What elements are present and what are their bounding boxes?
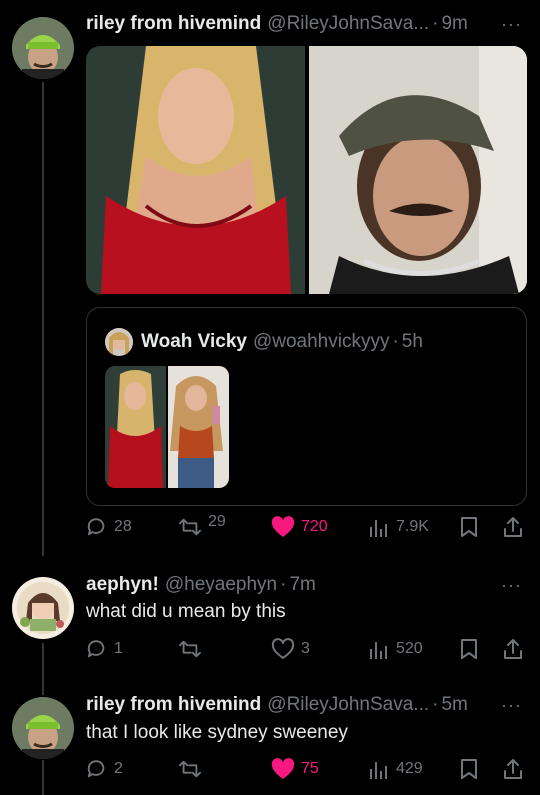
bookmark-button[interactable] — [460, 758, 478, 780]
bookmark-icon — [461, 639, 477, 659]
avatar[interactable] — [12, 17, 74, 79]
reply-icon — [87, 760, 105, 778]
like-button[interactable]: 720 — [271, 516, 328, 538]
timestamp[interactable]: 9m — [441, 13, 467, 35]
like-count: 75 — [301, 760, 319, 777]
tweet-text: that I look like sydney sweeney — [86, 722, 348, 743]
share-button[interactable] — [502, 516, 524, 538]
share-icon — [504, 517, 522, 537]
like-button[interactable]: 3 — [271, 638, 310, 660]
action-bar: 2 75 429 — [86, 758, 526, 784]
bookmark-icon — [461, 759, 477, 779]
dot-separator: · — [392, 331, 399, 352]
quote-header: Woah Vicky @woahhvickyyy · 5h — [105, 328, 423, 356]
more-icon[interactable]: ··· — [501, 14, 522, 35]
thread-line-3 — [42, 760, 44, 795]
user-handle[interactable]: @RileyJohnSava... — [267, 694, 429, 716]
user-handle[interactable]: @heyaephyn — [165, 574, 277, 596]
like-button[interactable]: 75 — [271, 758, 319, 780]
bookmark-icon — [461, 517, 477, 537]
media-image-right[interactable] — [308, 46, 527, 294]
media-image-left[interactable] — [86, 46, 305, 294]
quote-avatar[interactable] — [105, 328, 133, 356]
reply-button[interactable]: 1 — [86, 638, 123, 660]
avatar[interactable] — [12, 577, 74, 639]
reply-icon — [87, 518, 105, 536]
display-name[interactable]: aephyn! — [86, 574, 159, 596]
retweet-button[interactable] — [178, 758, 202, 780]
more-icon[interactable]: ··· — [501, 575, 522, 596]
display-name[interactable]: riley from hivemind — [86, 13, 261, 35]
share-button[interactable] — [502, 758, 524, 780]
retweet-icon — [179, 518, 201, 536]
heart-icon — [271, 758, 295, 779]
dot-separator: · — [432, 694, 439, 715]
views-button[interactable]: 429 — [368, 758, 423, 780]
quote-display-name[interactable]: Woah Vicky — [141, 331, 247, 353]
share-icon — [504, 759, 522, 779]
thread-line-1 — [42, 82, 44, 556]
views-icon — [370, 520, 387, 537]
views-icon — [370, 642, 387, 659]
retweet-icon — [179, 760, 201, 778]
retweet-button[interactable] — [178, 638, 202, 660]
user-handle[interactable]: @RileyJohnSava... — [267, 13, 429, 35]
avatar[interactable] — [12, 697, 74, 759]
views-button[interactable]: 7.9K — [368, 516, 429, 538]
retweet-icon — [179, 640, 201, 658]
reply-button[interactable]: 28 — [86, 516, 132, 538]
like-count: 3 — [301, 640, 310, 657]
reply-icon — [87, 640, 105, 658]
timestamp[interactable]: 7m — [289, 574, 315, 596]
quote-image-left[interactable] — [105, 366, 166, 488]
view-count: 520 — [396, 640, 423, 657]
heart-icon — [271, 638, 295, 659]
quote-user-handle[interactable]: @woahhvickyyy — [253, 331, 390, 353]
tweet-header: aephyn! @heyaephyn · 7m — [86, 574, 316, 596]
view-count: 7.9K — [396, 518, 429, 535]
retweet-count: 29 — [208, 513, 226, 530]
view-count: 429 — [396, 760, 423, 777]
like-count: 720 — [301, 518, 328, 535]
tweet-header: riley from hivemind @RileyJohnSava... · … — [86, 13, 468, 35]
more-icon[interactable]: ··· — [501, 695, 522, 716]
tweet-text: what did u mean by this — [86, 601, 286, 622]
reply-count: 2 — [114, 760, 123, 777]
display-name[interactable]: riley from hivemind — [86, 694, 261, 716]
views-icon — [370, 762, 387, 779]
thread-line-2 — [42, 643, 44, 695]
quote-timestamp[interactable]: 5h — [402, 331, 423, 353]
quote-media[interactable] — [105, 366, 229, 488]
dot-separator: · — [432, 13, 439, 34]
quote-image-right[interactable] — [168, 366, 229, 488]
tweet-media[interactable] — [86, 46, 527, 294]
reply-button[interactable]: 2 — [86, 758, 123, 780]
reply-count: 28 — [114, 518, 132, 535]
action-bar: 28 29 720 7.9K — [86, 513, 526, 542]
heart-icon — [271, 516, 295, 537]
share-icon — [504, 639, 522, 659]
tweet-header: riley from hivemind @RileyJohnSava... · … — [86, 694, 468, 716]
retweet-button[interactable]: 29 — [178, 513, 226, 538]
bookmark-button[interactable] — [460, 516, 478, 538]
reply-count: 1 — [114, 640, 123, 657]
action-bar: 1 3 520 — [86, 638, 526, 664]
dot-separator: · — [280, 574, 287, 595]
share-button[interactable] — [502, 638, 524, 660]
views-button[interactable]: 520 — [368, 638, 423, 660]
bookmark-button[interactable] — [460, 638, 478, 660]
timestamp[interactable]: 5m — [441, 694, 467, 716]
quote-tweet[interactable]: Woah Vicky @woahhvickyyy · 5h — [86, 307, 527, 506]
